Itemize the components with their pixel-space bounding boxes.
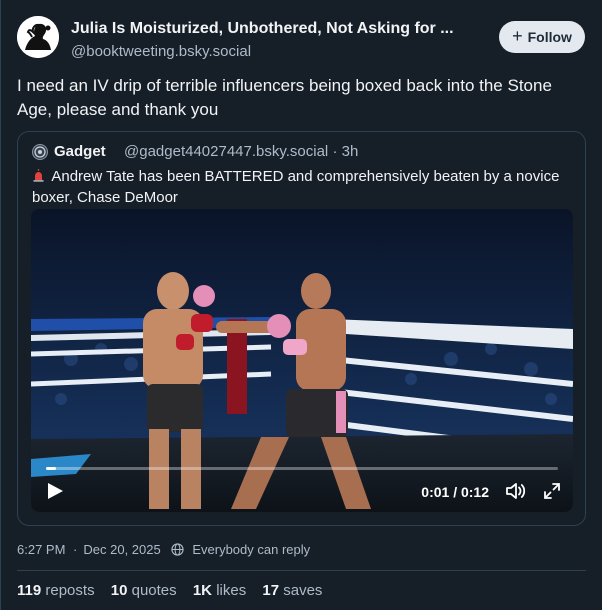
post-timestamp-row: 6:27 PM · Dec 20, 2025 Everybody can rep…: [17, 542, 310, 557]
volume-button[interactable]: [505, 481, 527, 501]
siren-icon: [32, 166, 48, 187]
reply-setting[interactable]: Everybody can reply: [171, 542, 310, 557]
quote-author-meta: @gadget44027447.bsky.social · 3h: [124, 143, 358, 160]
fullscreen-button[interactable]: [543, 482, 561, 500]
fullscreen-icon: [544, 483, 560, 499]
globe-icon: [171, 543, 184, 556]
quote-author-avatar[interactable]: [32, 144, 48, 160]
post-text: I need an IV drip of terrible influencer…: [17, 76, 552, 119]
quotes-label: quotes: [131, 582, 177, 599]
quote-age: 3h: [341, 143, 359, 160]
engagement-stats: 119 reposts 10 quotes 1K likes 17 saves: [17, 582, 334, 599]
follow-button[interactable]: + Follow: [499, 21, 585, 53]
video-progress-fill: [46, 467, 57, 470]
divider: [17, 570, 586, 571]
play-icon: [48, 483, 63, 499]
video-progress-bar[interactable]: [46, 467, 558, 470]
plus-icon: +: [512, 26, 523, 46]
timestamp-separator: ·: [69, 542, 78, 557]
author-name[interactable]: Julia Is Moisturized, Unbothered, Not As…: [71, 20, 454, 38]
quotes-count: 10: [110, 582, 128, 599]
reposts-stat[interactable]: 119 reposts: [17, 582, 95, 599]
speaker-icon: [506, 483, 526, 499]
quote-text-body: Andrew Tate has been BATTERED and compre…: [32, 168, 560, 206]
follow-button-label: Follow: [527, 29, 572, 45]
quote-author-handle[interactable]: @gadget44027447.bsky.social: [124, 143, 328, 160]
likes-label: likes: [216, 582, 247, 599]
reply-setting-label: Everybody can reply: [192, 542, 311, 557]
saves-stat[interactable]: 17 saves: [262, 582, 322, 599]
post-container: Julia Is Moisturized, Unbothered, Not As…: [0, 0, 602, 610]
quote-author-name[interactable]: Gadget: [54, 143, 106, 160]
reposts-label: reposts: [45, 582, 95, 599]
quotes-stat[interactable]: 10 quotes: [111, 582, 177, 599]
author-avatar[interactable]: [17, 16, 59, 58]
quote-text: Andrew Tate has been BATTERED and compre…: [32, 166, 572, 208]
likes-stat[interactable]: 1K likes: [193, 582, 246, 599]
meta-separator: ·: [332, 143, 338, 160]
likes-count: 1K: [192, 582, 213, 599]
post-time: 6:27 PM: [17, 542, 66, 557]
video-time-display: 0:01 / 0:12: [421, 484, 489, 500]
reposts-count: 119: [17, 582, 42, 599]
author-handle[interactable]: @booktweeting.bsky.social: [71, 43, 251, 60]
video-player[interactable]: 0:01 / 0:12: [31, 209, 573, 512]
quoted-post[interactable]: Gadget @gadget44027447.bsky.social · 3h …: [17, 131, 586, 526]
post-date: Dec 20, 2025: [83, 542, 161, 557]
play-button[interactable]: [45, 481, 65, 501]
saves-label: saves: [283, 582, 323, 599]
saves-count: 17: [262, 582, 280, 599]
